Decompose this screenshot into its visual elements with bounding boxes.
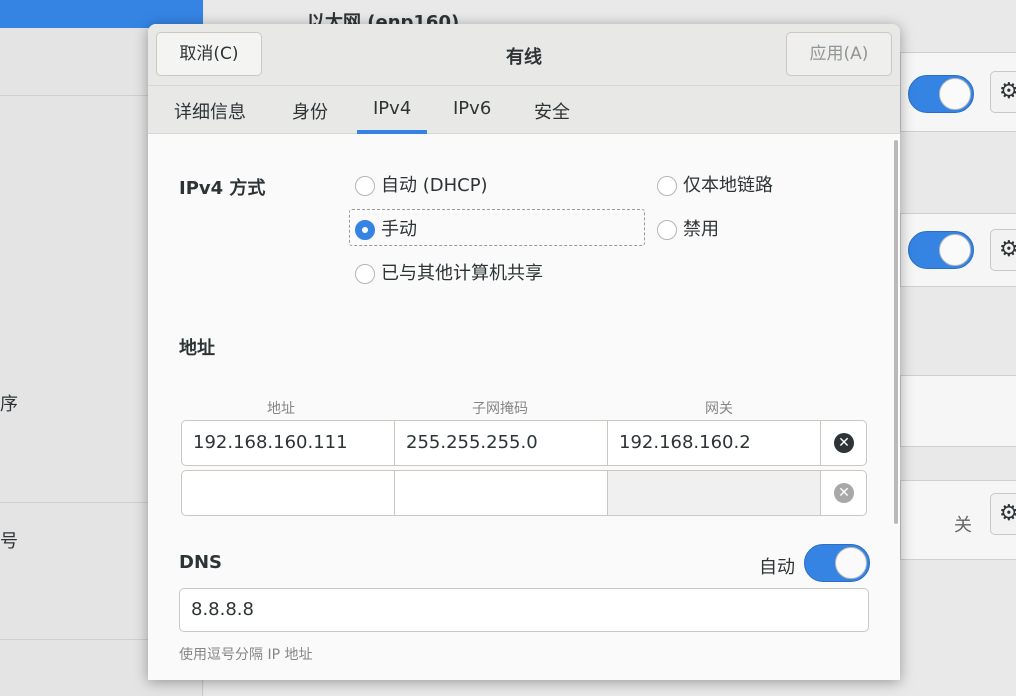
tab-identity[interactable]: 身份 (292, 98, 328, 134)
delete-address-icon[interactable]: ✕ (834, 483, 854, 503)
sidebar-item-label: 号 (0, 531, 18, 552)
tab-details[interactable]: 详细信息 (174, 98, 246, 134)
network-panel (900, 375, 1016, 447)
radio-label: 自动 (DHCP) (381, 175, 488, 196)
netmask-field[interactable]: 255.255.255.0 (395, 421, 608, 465)
gateway-field[interactable] (608, 471, 821, 515)
radio-dhcp[interactable]: 自动 (DHCP) (355, 174, 488, 198)
dns-auto-label: 自动 (759, 557, 795, 578)
address-field[interactable]: 192.168.160.111 (182, 421, 395, 465)
radio-disabled[interactable]: 禁用 (657, 218, 719, 242)
address-row: 192.168.160.111 255.255.255.0 192.168.16… (181, 420, 867, 466)
radio-label: 手动 (381, 219, 417, 240)
ipv4-page: IPv4 方式 自动 (DHCP) 仅本地链路 手动 禁用 已与其他计算机共享 … (148, 134, 900, 680)
vpn-off-label: 关 (954, 515, 972, 536)
gear-icon[interactable]: ⚙ (990, 71, 1016, 113)
radio-indicator (355, 264, 375, 284)
dns-hint: 使用逗号分隔 IP 地址 (179, 647, 313, 663)
apply-button[interactable]: 应用(A) (786, 32, 892, 76)
tab-ipv4[interactable]: IPv4 (356, 98, 428, 134)
tab-bar: 详细信息 身份 IPv4 IPv6 安全 (148, 86, 900, 134)
radio-manual[interactable]: 手动 (355, 218, 417, 242)
gear-icon[interactable]: ⚙ (990, 229, 1016, 271)
network-toggle[interactable] (908, 231, 974, 269)
column-header-netmask: 子网掩码 (472, 401, 528, 417)
radio-indicator (657, 220, 677, 240)
radio-shared[interactable]: 已与其他计算机共享 (355, 262, 543, 286)
network-heading: 以太网 (enp160) (307, 12, 460, 24)
radio-link-local[interactable]: 仅本地链路 (657, 174, 773, 198)
tab-security[interactable]: 安全 (534, 98, 570, 134)
sidebar-item-label: 序 (0, 394, 18, 415)
address-row: ✕ (181, 470, 867, 516)
dialog-header: 取消(C) 有线 应用(A) (148, 24, 900, 86)
radio-indicator (355, 220, 375, 240)
column-header-address: 地址 (267, 401, 295, 417)
radio-label: 禁用 (683, 219, 719, 240)
addresses-label: 地址 (179, 338, 215, 359)
radio-label: 仅本地链路 (683, 175, 773, 196)
dns-auto-toggle[interactable] (804, 544, 870, 582)
address-field[interactable] (182, 471, 395, 515)
dns-input[interactable]: 8.8.8.8 (179, 588, 869, 632)
delete-address-icon[interactable]: ✕ (834, 433, 854, 453)
scrollbar[interactable] (894, 140, 898, 524)
ipv4-method-label: IPv4 方式 (179, 178, 266, 199)
column-header-gateway: 网关 (705, 401, 733, 417)
dns-label: DNS (179, 552, 222, 573)
wired-settings-dialog: 取消(C) 有线 应用(A) 详细信息 身份 IPv4 IPv6 安全 IPv4… (148, 24, 900, 680)
network-toggle[interactable] (908, 75, 974, 113)
gear-icon[interactable]: ⚙ (990, 493, 1016, 535)
gateway-field[interactable]: 192.168.160.2 (608, 421, 821, 465)
radio-label: 已与其他计算机共享 (381, 263, 543, 284)
netmask-field[interactable] (395, 471, 608, 515)
radio-indicator (355, 176, 375, 196)
tab-ipv6[interactable]: IPv6 (453, 98, 491, 134)
radio-indicator (657, 176, 677, 196)
